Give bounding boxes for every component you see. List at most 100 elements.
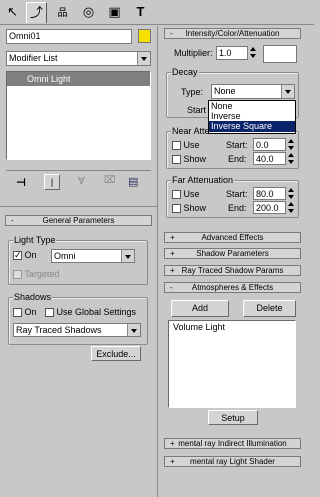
- far-start-label: Start:: [226, 189, 248, 199]
- decay-type-dropdown[interactable]: None: [211, 84, 295, 99]
- multiplier-label: Multiplier:: [174, 48, 213, 58]
- remove-modifier-icon[interactable]: ⌧: [104, 175, 116, 186]
- modifier-stack-list[interactable]: Omni Light: [6, 71, 151, 160]
- collapse-icon: -: [170, 29, 173, 38]
- expand-icon: +: [170, 439, 175, 448]
- near-end-input[interactable]: 40.0: [253, 152, 286, 165]
- pin-stack-icon[interactable]: ⊣: [16, 176, 26, 189]
- decay-option-selected[interactable]: Inverse Square: [209, 121, 295, 132]
- checkbox[interactable]: [172, 141, 181, 151]
- near-use-checkbox[interactable]: Use: [172, 140, 200, 151]
- checkbox[interactable]: [172, 190, 181, 200]
- utilities-tab[interactable]: T: [130, 2, 151, 23]
- use-global-settings-checkbox[interactable]: Use Global Settings: [45, 307, 137, 318]
- collapse-icon: -: [11, 216, 14, 225]
- stack-item[interactable]: Omni Light: [7, 72, 150, 86]
- chevron-down-icon: [127, 324, 140, 336]
- shadows-on-checkbox[interactable]: On: [13, 307, 37, 318]
- checkbox-label: Targeted: [24, 269, 60, 279]
- mental-ray-indirect-illumination-rollout[interactable]: + mental ray Indirect Illumination: [164, 438, 301, 449]
- hierarchy-icon: 品: [57, 8, 68, 19]
- delete-effect-button[interactable]: Delete: [243, 300, 296, 317]
- rollout-title: Ray Traced Shadow Params: [181, 266, 284, 275]
- checkbox-label: On: [24, 307, 37, 317]
- group-label: Shadows: [13, 292, 53, 303]
- create-pointer-icon: ↖: [7, 4, 18, 19]
- general-parameters-rollout[interactable]: - General Parameters: [5, 215, 152, 226]
- add-effect-button[interactable]: Add: [171, 300, 229, 317]
- panel-separator: [0, 206, 157, 207]
- display-tab[interactable]: ▣: [104, 2, 125, 23]
- decay-type-options: None Inverse Inverse Square: [208, 100, 296, 134]
- far-end-spinner[interactable]: [288, 201, 294, 214]
- targeted-checkbox[interactable]: Targeted: [13, 269, 60, 280]
- dropdown-value: None: [214, 86, 236, 96]
- modify-tab[interactable]: ⤴: [26, 2, 47, 23]
- rollout-title: Shadow Parameters: [196, 249, 269, 258]
- light-type-dropdown[interactable]: Omni: [51, 249, 135, 263]
- display-icon: ▣: [108, 4, 121, 19]
- object-color-swatch[interactable]: [138, 29, 151, 43]
- checkbox[interactable]: [172, 155, 181, 165]
- checkbox-label: Show: [183, 154, 207, 164]
- advanced-effects-rollout[interactable]: + Advanced Effects: [164, 232, 301, 243]
- decay-type-label: Type:: [181, 87, 204, 97]
- near-end-spinner[interactable]: [288, 152, 294, 165]
- far-show-checkbox[interactable]: Show: [172, 203, 207, 214]
- near-start-input[interactable]: 0.0: [253, 138, 286, 151]
- rollout-title: Intensity/Color/Attenuation: [185, 29, 280, 38]
- modifier-list-dropdown[interactable]: Modifier List: [6, 51, 151, 66]
- list-item[interactable]: Volume Light: [169, 321, 295, 333]
- checkbox[interactable]: [45, 308, 54, 318]
- create-tab[interactable]: ↖: [2, 2, 23, 23]
- multiplier-spinner[interactable]: [250, 46, 256, 59]
- shadow-parameters-rollout[interactable]: + Shadow Parameters: [164, 248, 301, 259]
- decay-option[interactable]: None: [209, 101, 295, 111]
- atmospheres-effects-rollout[interactable]: - Atmospheres & Effects: [164, 282, 301, 293]
- make-unique-icon[interactable]: ∀: [78, 176, 85, 187]
- intensity-rollout[interactable]: - Intensity/Color/Attenuation: [164, 28, 301, 39]
- expand-icon: +: [170, 233, 175, 242]
- decay-option[interactable]: Inverse: [209, 111, 295, 121]
- shadow-type-dropdown[interactable]: Ray Traced Shadows: [13, 323, 141, 337]
- setup-button[interactable]: Setup: [208, 410, 258, 425]
- dropdown-value: Ray Traced Shadows: [16, 325, 102, 335]
- far-start-spinner[interactable]: [288, 187, 294, 200]
- mental-ray-light-shader-rollout[interactable]: + mental ray Light Shader: [164, 456, 301, 467]
- checkbox-label: Use: [183, 140, 200, 150]
- light-on-checkbox[interactable]: ✓ On: [13, 250, 37, 261]
- checkbox-label: Use Global Settings: [56, 307, 137, 317]
- chevron-down-icon: [281, 85, 294, 98]
- far-start-input[interactable]: 80.0: [253, 187, 286, 200]
- collapse-icon: -: [170, 283, 173, 292]
- multiplier-input[interactable]: 1.0: [216, 46, 248, 60]
- checkbox[interactable]: ✓: [13, 251, 22, 261]
- checkbox-label: Show: [183, 203, 207, 213]
- far-use-checkbox[interactable]: Use: [172, 189, 200, 200]
- shadows-group: Shadows On Use Global Settings Ray Trace…: [8, 292, 148, 345]
- near-start-spinner[interactable]: [288, 138, 294, 151]
- exclude-button[interactable]: Exclude...: [91, 346, 141, 361]
- show-end-result-icon[interactable]: |: [44, 174, 60, 190]
- command-panel-tabs: ↖ ⤴ 品 ◎ ▣ T: [0, 0, 314, 25]
- motion-icon: ◎: [82, 4, 95, 19]
- modify-bend-icon: ⤴: [29, 5, 43, 20]
- motion-tab[interactable]: ◎: [78, 2, 99, 23]
- hierarchy-tab[interactable]: 品: [52, 2, 73, 23]
- expand-icon: +: [170, 249, 175, 258]
- checkbox[interactable]: [13, 308, 22, 318]
- far-end-input[interactable]: 200.0: [253, 201, 286, 214]
- group-label: Far Attenuation: [171, 175, 235, 186]
- group-label: Light Type: [13, 235, 57, 246]
- configure-modifier-sets-icon[interactable]: ▤: [128, 175, 138, 188]
- ray-traced-shadow-params-rollout[interactable]: + Ray Traced Shadow Params: [164, 265, 301, 276]
- light-type-group: Light Type ✓ On Omni Targeted: [8, 235, 148, 285]
- chevron-down-icon: [121, 250, 134, 262]
- object-name-input[interactable]: Omni01: [6, 29, 132, 44]
- effects-list[interactable]: Volume Light: [168, 320, 296, 408]
- near-show-checkbox[interactable]: Show: [172, 154, 207, 165]
- light-color-swatch[interactable]: [263, 45, 297, 63]
- checkbox[interactable]: [13, 270, 22, 280]
- checkbox[interactable]: [172, 204, 181, 214]
- rollout-title: mental ray Light Shader: [190, 457, 275, 466]
